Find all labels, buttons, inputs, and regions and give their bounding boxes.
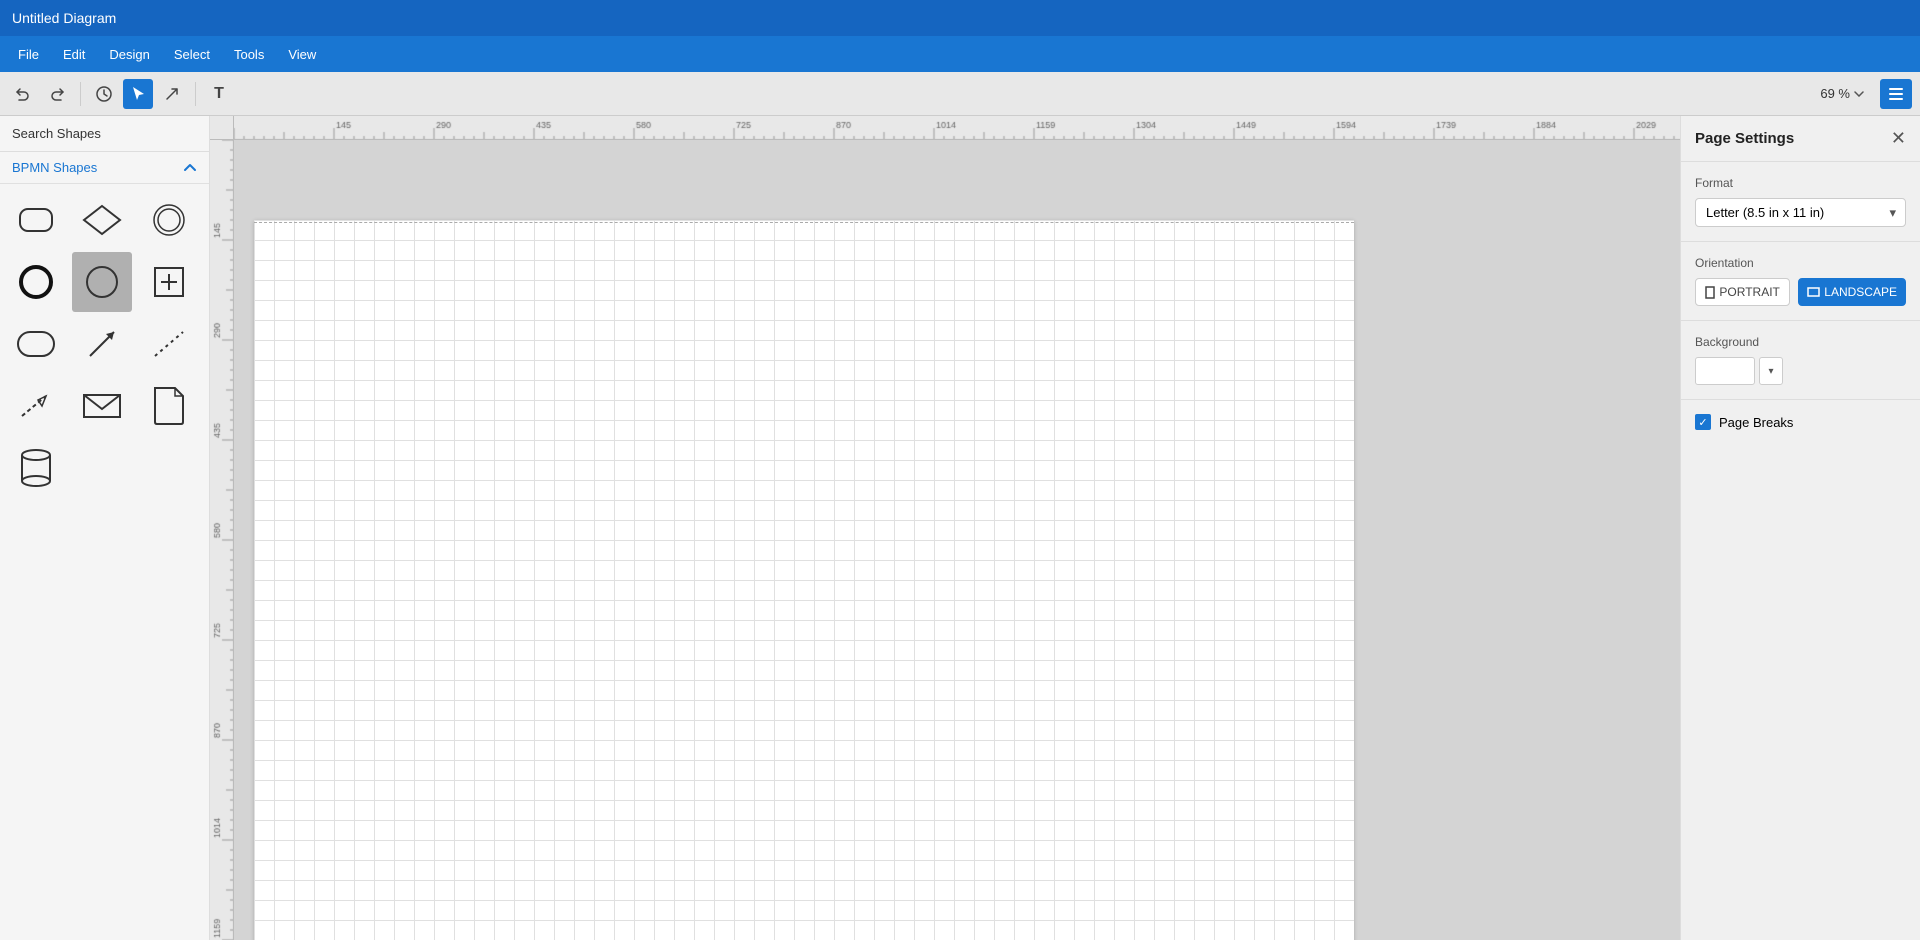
vertical-ruler-canvas <box>210 140 234 940</box>
shape-cylinder[interactable] <box>6 438 66 498</box>
horizontal-ruler-canvas <box>234 116 1680 140</box>
canvas-grid <box>254 220 1354 940</box>
page-breaks-section: Page Breaks <box>1681 400 1920 444</box>
menu-edit[interactable]: Edit <box>53 43 95 66</box>
background-section: Background ▾ <box>1681 321 1920 400</box>
page-settings-header: Page Settings ✕ <box>1681 116 1920 162</box>
ruler-horizontal <box>234 116 1680 140</box>
page-breaks-row: Page Breaks <box>1695 414 1906 430</box>
orientation-buttons: PORTRAIT LANDSCAPE <box>1695 278 1906 306</box>
page-canvas[interactable] <box>254 220 1354 940</box>
shape-stadium[interactable] <box>6 314 66 374</box>
zoom-value: 69 % <box>1820 86 1850 101</box>
undo-button[interactable] <box>8 79 38 109</box>
shape-envelope[interactable] <box>72 376 132 436</box>
separator-2 <box>195 82 196 106</box>
page-breaks-label: Page Breaks <box>1719 415 1793 430</box>
bg-color-box[interactable] <box>1695 357 1755 385</box>
format-panel-button[interactable] <box>1880 79 1912 109</box>
bpmn-shapes-category[interactable]: BPMN Shapes <box>0 152 209 184</box>
canvas-inner <box>234 140 1680 940</box>
menu-tools[interactable]: Tools <box>224 43 274 66</box>
shape-square-plus[interactable] <box>139 252 199 312</box>
shape-arrow-solid[interactable] <box>72 314 132 374</box>
landscape-button[interactable]: LANDSCAPE <box>1798 278 1906 306</box>
canvas-area[interactable] <box>210 116 1680 940</box>
portrait-button[interactable]: PORTRAIT <box>1695 278 1790 306</box>
format-section: Format Letter (8.5 in x 11 in) A4 (210 m… <box>1681 162 1920 242</box>
text-button[interactable]: T <box>204 79 234 109</box>
ruler-corner <box>210 116 234 140</box>
canvas-scroll[interactable] <box>234 140 1680 940</box>
main-area: Search Shapes BPMN Shapes <box>0 116 1920 940</box>
extras-button[interactable] <box>89 79 119 109</box>
select-button[interactable] <box>123 79 153 109</box>
format-select[interactable]: Letter (8.5 in x 11 in) A4 (210 mm x 297… <box>1695 198 1906 227</box>
zoom-indicator[interactable]: 69 % <box>1812 82 1872 105</box>
ruler-vertical <box>210 140 234 940</box>
format-select-wrapper: Letter (8.5 in x 11 in) A4 (210 mm x 297… <box>1695 198 1906 227</box>
shape-dashed-arrow[interactable] <box>6 376 66 436</box>
page-settings-title: Page Settings <box>1695 130 1794 147</box>
shape-circle-double[interactable] <box>139 190 199 250</box>
left-sidebar: Search Shapes BPMN Shapes <box>0 116 210 940</box>
bg-color-dropdown[interactable]: ▾ <box>1759 357 1783 385</box>
chevron-up-icon <box>183 161 197 175</box>
bg-color-wrapper: ▾ <box>1695 357 1906 385</box>
menu-bar: File Edit Design Select Tools View <box>0 36 1920 72</box>
shapes-grid <box>0 184 209 504</box>
menu-select[interactable]: Select <box>164 43 220 66</box>
menu-design[interactable]: Design <box>99 43 159 66</box>
shape-document[interactable] <box>139 376 199 436</box>
background-label: Background <box>1695 335 1906 349</box>
shape-circle-gray[interactable] <box>72 252 132 312</box>
orientation-label: Orientation <box>1695 256 1906 270</box>
shape-diamond[interactable] <box>72 190 132 250</box>
menu-file[interactable]: File <box>8 43 49 66</box>
toolbar: T 69 % <box>0 72 1920 116</box>
format-label: Format <box>1695 176 1906 190</box>
orientation-section: Orientation PORTRAIT LANDSCAPE <box>1681 242 1920 321</box>
page-breaks-checkbox[interactable] <box>1695 414 1711 430</box>
shape-rounded-rect[interactable] <box>6 190 66 250</box>
separator-1 <box>80 82 81 106</box>
shape-dotted-line[interactable] <box>139 314 199 374</box>
page-break-line <box>254 222 1354 223</box>
menu-view[interactable]: View <box>278 43 326 66</box>
title-bar: Untitled Diagram <box>0 0 1920 36</box>
shape-thick-circle[interactable] <box>6 252 66 312</box>
connection-button[interactable] <box>157 79 187 109</box>
category-label: BPMN Shapes <box>12 160 97 175</box>
right-sidebar: Page Settings ✕ Format Letter (8.5 in x … <box>1680 116 1920 940</box>
app-title: Untitled Diagram <box>12 10 116 26</box>
search-shapes-label[interactable]: Search Shapes <box>0 116 209 152</box>
close-settings-button[interactable]: ✕ <box>1891 128 1906 149</box>
redo-button[interactable] <box>42 79 72 109</box>
